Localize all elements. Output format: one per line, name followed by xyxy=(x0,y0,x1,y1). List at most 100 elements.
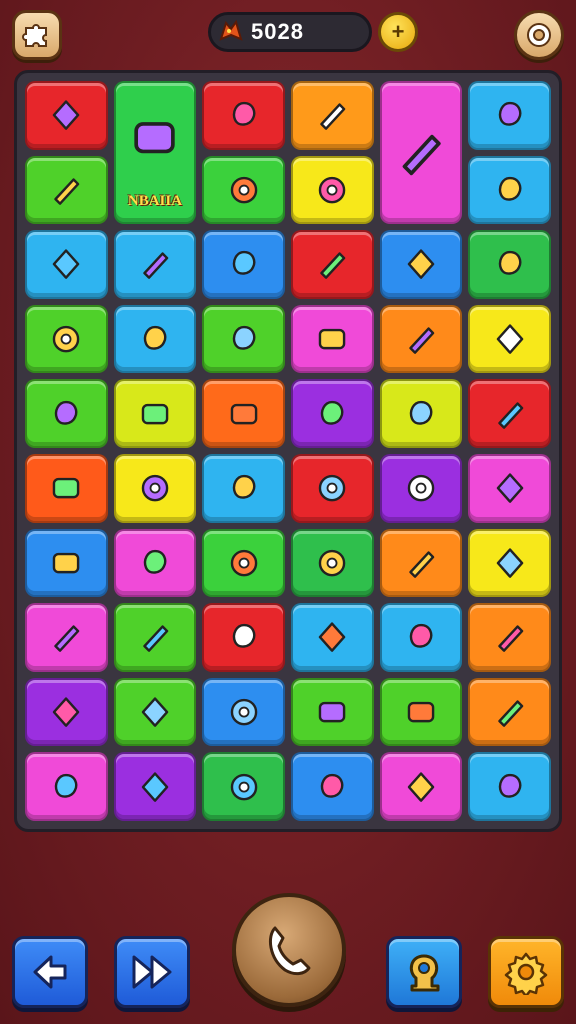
tile-flower[interactable] xyxy=(468,81,551,150)
marker-icon xyxy=(53,478,80,499)
tile-box[interactable] xyxy=(113,230,197,299)
tile-bowl[interactable] xyxy=(291,379,374,448)
tile-drill[interactable] xyxy=(113,454,197,523)
tile-crayon[interactable] xyxy=(202,304,285,374)
tile-kite[interactable] xyxy=(25,752,108,821)
settings-button[interactable] xyxy=(488,936,564,1008)
cookie-icon xyxy=(230,403,257,424)
cone-icon xyxy=(54,625,80,653)
tile-purple-egg[interactable] xyxy=(291,603,374,672)
pencil-icon xyxy=(53,325,80,353)
tile-gear[interactable] xyxy=(202,230,285,299)
tile-hook[interactable] xyxy=(468,454,551,523)
tile-machine[interactable] xyxy=(113,752,197,821)
tile-fish[interactable] xyxy=(202,603,285,672)
feather-icon xyxy=(319,701,346,723)
lips-icon xyxy=(496,324,523,354)
gear-icon xyxy=(232,251,256,276)
flower-gear-icon xyxy=(232,102,256,126)
tile-snail[interactable] xyxy=(468,603,551,672)
kite-icon xyxy=(55,773,78,798)
tile-leaf[interactable] xyxy=(379,379,463,448)
tile-peanut[interactable] xyxy=(25,677,108,747)
tile-crossed-tools[interactable] xyxy=(379,528,463,598)
tile-molecule[interactable] xyxy=(113,677,197,747)
maple-icon xyxy=(319,549,346,577)
molecule-icon xyxy=(141,697,169,727)
tile-feather[interactable] xyxy=(291,677,374,747)
tile-maple[interactable] xyxy=(291,528,374,598)
settings-ring-button[interactable] xyxy=(514,10,564,60)
orb-icon xyxy=(497,401,523,429)
tile-roast[interactable] xyxy=(379,230,463,299)
tile-pencil[interactable] xyxy=(25,304,108,374)
puzzle-button[interactable] xyxy=(12,10,62,60)
add-coins-button[interactable]: + xyxy=(378,12,418,52)
purple-egg-icon xyxy=(319,622,346,653)
tile-battery[interactable] xyxy=(25,155,108,225)
briefcase-icon xyxy=(320,252,346,280)
box-icon xyxy=(143,252,169,280)
tile-stone[interactable] xyxy=(468,230,551,299)
ring-icon xyxy=(320,103,346,131)
tile-heart[interactable] xyxy=(291,454,374,523)
jar-icon xyxy=(409,327,435,354)
fast-forward-button[interactable] xyxy=(114,936,190,1008)
snail-icon xyxy=(497,625,523,653)
tile-jar[interactable] xyxy=(379,304,463,374)
tile-briefcase[interactable] xyxy=(291,230,374,299)
call-action-button[interactable] xyxy=(232,893,346,1007)
tile-radio[interactable] xyxy=(25,379,108,448)
back-button[interactable] xyxy=(12,936,88,1008)
puzzle-icon xyxy=(22,24,47,47)
tile-tv[interactable] xyxy=(113,379,197,448)
bowl-icon xyxy=(321,400,344,425)
tile-cheese[interactable] xyxy=(202,752,285,821)
tile-bone[interactable] xyxy=(379,677,463,747)
tile-sun[interactable] xyxy=(202,528,285,598)
monitor-icon xyxy=(143,549,167,574)
tile-eagle-emblem[interactable]: NBAIIA xyxy=(113,81,197,225)
tile-cone[interactable] xyxy=(25,603,108,672)
tile-ring[interactable] xyxy=(291,81,374,150)
arrow-left-icon xyxy=(33,955,67,989)
hint-button[interactable] xyxy=(386,936,462,1008)
tile-toolbox[interactable] xyxy=(25,81,108,150)
drill-icon xyxy=(141,475,169,502)
tile-gem[interactable] xyxy=(25,230,108,299)
tile-crate[interactable] xyxy=(468,752,551,821)
tile-clock[interactable] xyxy=(202,677,285,747)
dragon-icon xyxy=(403,134,442,176)
battery-icon xyxy=(54,178,80,205)
tile-cactus[interactable] xyxy=(291,304,374,374)
sun-icon xyxy=(230,549,257,577)
coin-plus-symbol: + xyxy=(391,19,405,44)
tile-lips[interactable] xyxy=(468,304,551,374)
tv-icon xyxy=(141,403,169,424)
tile-orb[interactable] xyxy=(468,379,551,448)
tile-marker[interactable] xyxy=(25,454,108,523)
eagle-emblem-icon xyxy=(134,121,176,154)
tile-target[interactable] xyxy=(379,603,463,672)
cactus-icon xyxy=(319,328,346,350)
tile-monitor[interactable] xyxy=(113,528,197,598)
toolbox-icon xyxy=(53,100,80,131)
tile-blob[interactable] xyxy=(113,304,197,374)
tile-car[interactable] xyxy=(202,155,285,225)
tile-egg[interactable] xyxy=(468,155,551,225)
tile-camera[interactable] xyxy=(25,528,108,598)
tile-leaf-blade[interactable] xyxy=(291,752,374,821)
tile-flower-gear[interactable] xyxy=(202,81,285,150)
cloud-icon xyxy=(232,475,256,499)
tile-sign[interactable] xyxy=(379,752,463,821)
tile-dragon[interactable] xyxy=(379,81,463,225)
tile-cloud[interactable] xyxy=(202,454,285,523)
flower-icon xyxy=(498,102,522,126)
tile-wand[interactable] xyxy=(379,454,463,523)
tile-rose[interactable] xyxy=(113,603,197,672)
tile-dino[interactable] xyxy=(468,528,551,598)
tile-cookie[interactable] xyxy=(202,379,285,448)
rose-icon xyxy=(143,625,169,653)
tile-robot[interactable] xyxy=(468,677,551,747)
tile-spiral[interactable] xyxy=(291,155,374,225)
